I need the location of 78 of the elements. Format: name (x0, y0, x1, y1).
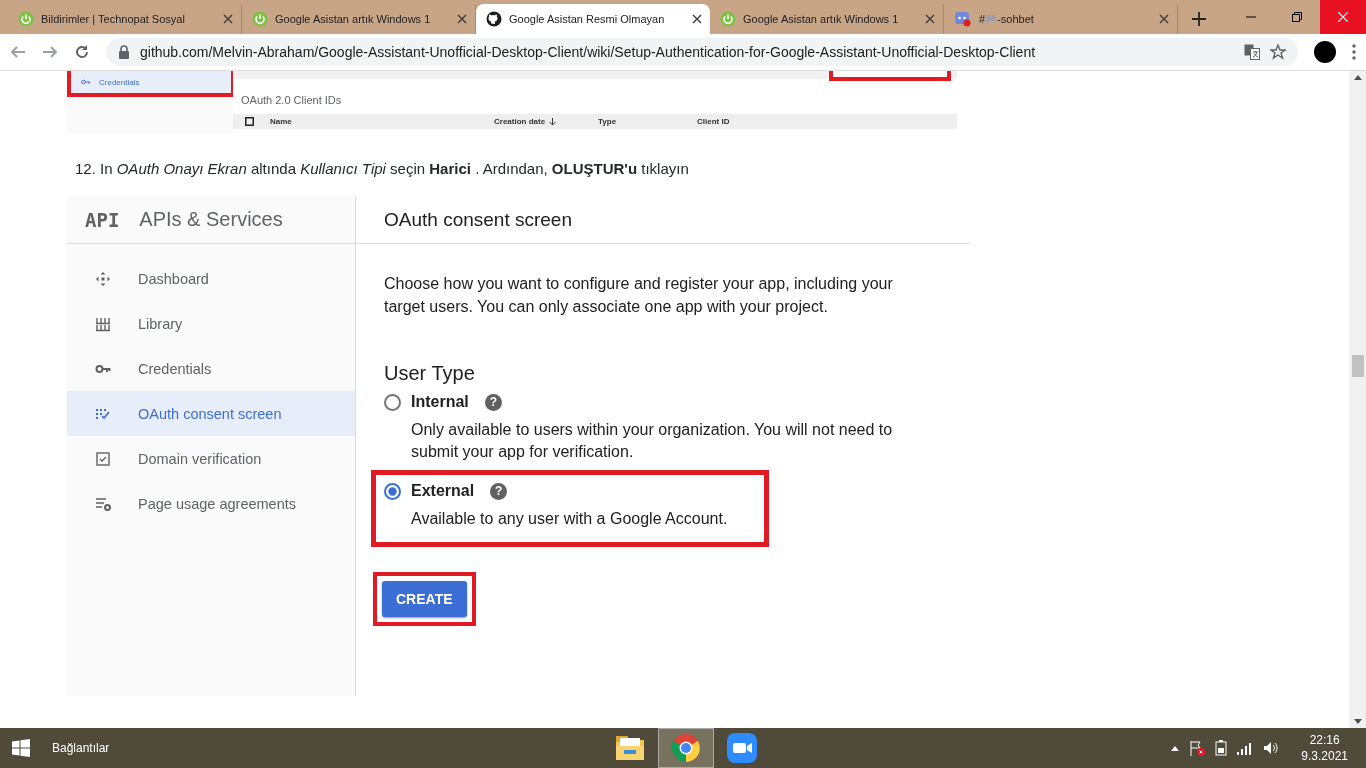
option-description: Available to any user with a Google Account. (411, 509, 729, 529)
help-icon[interactable]: ? (490, 482, 508, 500)
tab-title: -sohbet (997, 13, 1034, 25)
key-icon (81, 79, 91, 85)
speaker-icon[interactable] (1263, 741, 1280, 755)
nav-item[interactable]: Dashboard (67, 256, 355, 301)
checkbox-icon (95, 450, 111, 467)
scroll-down-icon[interactable] (1353, 719, 1362, 724)
column-header: Creation date (494, 117, 546, 126)
lock-icon (118, 45, 130, 59)
signal-bars-icon[interactable] (1237, 741, 1254, 755)
video-camera-icon (726, 732, 758, 764)
translate-icon[interactable] (1244, 44, 1260, 60)
list-gear-icon (95, 495, 111, 512)
close-icon[interactable] (925, 14, 935, 24)
nav-item[interactable]: Library (67, 301, 355, 346)
power-icon (720, 11, 736, 27)
clock-time[interactable]: 22:16 (1309, 732, 1340, 748)
chrome-logo-icon (670, 732, 702, 764)
show-hidden-caret-icon[interactable] (1171, 745, 1180, 751)
section-heading: User Type (384, 362, 476, 385)
close-icon[interactable] (223, 14, 233, 24)
forward-arrow-icon[interactable] (42, 44, 58, 60)
back-arrow-icon[interactable] (10, 44, 26, 60)
radio-button[interactable] (384, 482, 401, 500)
power-icon (18, 11, 34, 27)
flag-error-icon[interactable] (1189, 740, 1206, 756)
sidebar-item[interactable]: Credentials (67, 71, 235, 97)
radio-button[interactable] (384, 393, 401, 411)
profile-avatar-icon[interactable] (1314, 41, 1336, 63)
new-tab-plus-icon[interactable] (1192, 12, 1206, 26)
more-menu-icon[interactable] (1352, 44, 1356, 60)
browser-tab[interactable]: Google Asistan Resmi Olmayan (476, 4, 710, 34)
option-description: Only available to users within your organization. You will not need to submit your app for verification. (411, 420, 894, 462)
star-icon[interactable] (1270, 44, 1286, 60)
column-header: Type (598, 117, 617, 126)
step-instruction: 12. In OAuth Onayı Ekran altında Kullanıcı Tipi seçin Harici . Ardından, OLUŞTUR'u tıklayın (75, 160, 690, 177)
radio-label: External (411, 482, 475, 500)
github-cat-icon (486, 11, 502, 27)
close-icon[interactable] (692, 14, 702, 24)
create-button[interactable]: CREATE (382, 581, 467, 617)
clock-date[interactable]: 9.3.2021 (1301, 748, 1348, 764)
restore-icon[interactable] (1292, 12, 1302, 22)
section-title: OAuth 2.0 Client IDs (241, 94, 342, 106)
nav-item[interactable]: Domain verification (67, 436, 355, 481)
product-title: APIs & Services (139, 208, 283, 231)
nav-item[interactable]: Page usage agreements (67, 481, 355, 526)
speech-bubble-icon (985, 13, 998, 25)
close-icon[interactable] (1159, 14, 1169, 24)
scroll-up-icon[interactable] (1353, 75, 1362, 80)
api-logo: API (85, 208, 120, 231)
column-header: Client ID (697, 117, 730, 126)
page-title: OAuth consent screen (384, 208, 572, 231)
tab-title: # (979, 13, 986, 25)
nav-item[interactable]: OAuth consent screen (67, 391, 355, 436)
intro-paragraph: Choose how you want to configure and register your app, including your target users. You can only associate one app with your project. (384, 274, 894, 317)
tab-title: Bildirimler | Technopat Sosyal (41, 13, 185, 25)
column-header: Name (270, 117, 292, 126)
chat-app-icon (954, 11, 972, 27)
nav-item[interactable]: Credentials (67, 346, 355, 391)
tab-title: Google Asistan artık Windows 1 (275, 13, 431, 25)
battery-plug-icon[interactable] (1215, 740, 1228, 756)
move-arrows-icon (95, 270, 111, 287)
tab-title: Google Asistan Resmi Olmayan (509, 13, 665, 25)
power-icon (252, 11, 268, 27)
address-bar[interactable]: github.com/Melvin-Abraham/Google-Assistant-Unofficial-Desktop-Client/wiki/Setup-Authentication-for-Google-Assistant-Unofficial-Desktop-Client (106, 38, 1298, 66)
help-icon[interactable]: ? (484, 393, 502, 411)
reload-icon[interactable] (74, 44, 90, 60)
scrollbar-thumb[interactable] (1351, 355, 1364, 377)
radio-label: Internal (411, 393, 469, 411)
url-text: github.com/Melvin-Abraham/Google-Assistant-Unofficial-Desktop-Client/wiki/Setup-Authentication-for-Google-Assistant-Unofficial-Desktop-Client (140, 44, 1037, 60)
checkbox-icon (245, 117, 254, 126)
windows-logo-icon[interactable] (12, 739, 30, 757)
close-icon[interactable] (457, 14, 467, 24)
sort-down-arrow-icon (549, 117, 557, 126)
library-icon (95, 315, 111, 332)
toolbar-label[interactable]: Bağlantılar (52, 741, 110, 755)
tab-title: Google Asistan artık Windows 1 (743, 13, 899, 25)
